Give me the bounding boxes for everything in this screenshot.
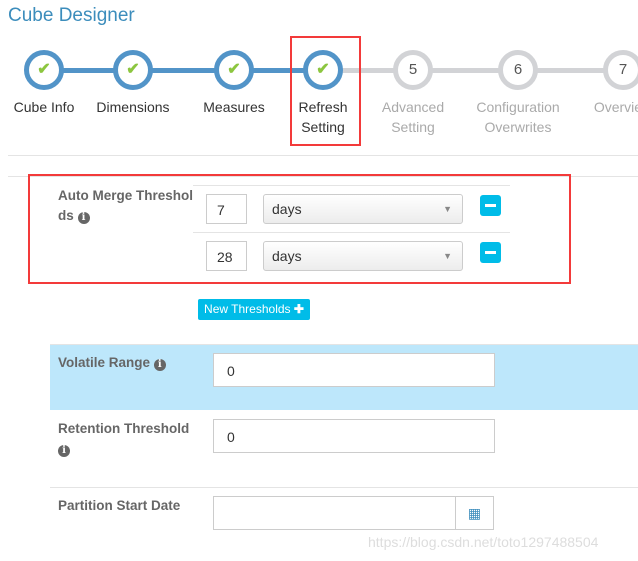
step-dimensions[interactable]: ✔ [113,50,153,90]
step-measures[interactable]: ✔ [214,50,254,90]
progress-line-todo [340,68,638,73]
page-title: Cube Designer [8,5,135,26]
calendar-button[interactable]: ▦ [455,496,494,530]
retention-threshold-label: Retention Threshold i [58,421,190,457]
info-icon[interactable]: i [153,359,166,371]
volatile-range-label: Volatile Range i [58,353,166,373]
watermark: https://blog.csdn.net/toto1297488504 [368,534,599,550]
new-thresholds-button[interactable]: New Thresholds ✚ [198,299,310,320]
calendar-icon: ▦ [467,505,482,521]
volatile-range-input[interactable]: 0 [213,353,495,387]
plus-icon: ✚ [293,302,304,316]
divider [50,344,638,345]
check-icon: ✔ [37,61,51,78]
partition-start-date-label: Partition Start Date [58,498,181,513]
divider [8,155,638,156]
step-cube-info[interactable]: ✔ [24,50,64,90]
annotation-box [28,174,571,284]
check-icon: ✔ [227,61,241,78]
step-label: Dimensions [96,99,170,115]
step-advanced-setting[interactable]: 5 [393,50,433,90]
partition-start-date-input[interactable] [213,496,456,530]
retention-threshold-input[interactable]: 0 [213,419,495,453]
annotation-box [290,36,361,146]
check-icon: ✔ [126,61,140,78]
step-label: Configuration Overwrites [476,99,560,135]
step-configuration-overwrites[interactable]: 6 [498,50,538,90]
step-label: Overview [593,99,638,115]
divider [50,487,638,488]
step-overview[interactable]: 7 [603,50,638,90]
step-label: Advanced Setting [381,99,445,135]
info-icon[interactable]: i [58,445,70,457]
